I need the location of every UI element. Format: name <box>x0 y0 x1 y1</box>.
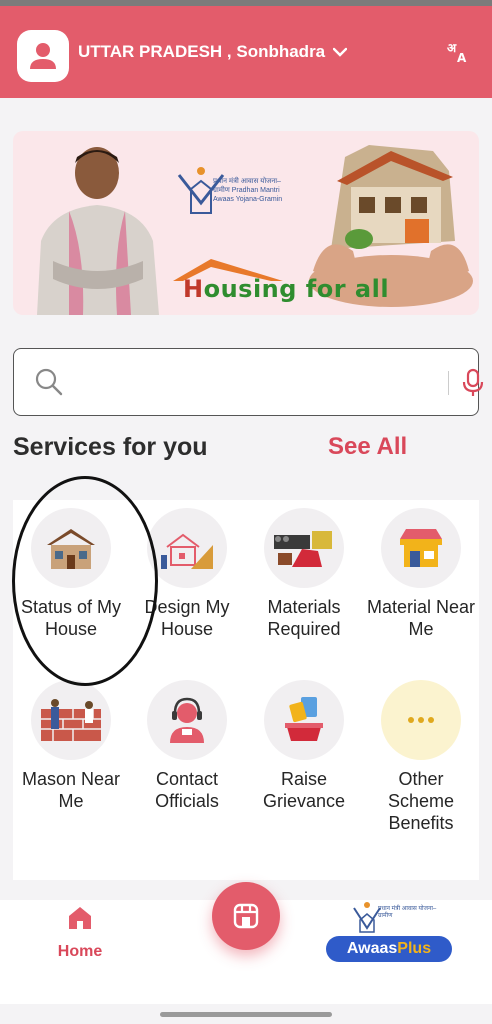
service-design-my-house[interactable]: Design My House <box>129 508 245 640</box>
plus-label: Plus <box>397 940 432 957</box>
profile-avatar-button[interactable] <box>17 30 69 82</box>
support-agent-icon <box>170 697 204 743</box>
bottom-navigation: Home प्रधान मंत्री आवास योजना–ग्रामीण Aw… <box>0 882 492 1004</box>
service-label: Mason Near Me <box>21 769 121 811</box>
search-bar <box>13 348 484 416</box>
service-status-of-my-house[interactable]: Status of My House <box>13 508 129 640</box>
service-raise-grievance[interactable]: Raise Grievance <box>246 680 362 812</box>
house-icon <box>47 529 95 569</box>
grievance-icon <box>285 697 323 741</box>
service-other-scheme-benefits[interactable]: Other Scheme Benefits <box>363 680 479 834</box>
shop-icon <box>400 529 442 567</box>
nav-home[interactable]: Home <box>52 900 108 961</box>
service-label: Materials Required <box>267 597 341 639</box>
user-icon <box>30 43 56 69</box>
service-label: Design My House <box>144 597 230 639</box>
storefront-icon <box>233 903 259 929</box>
chevron-down-icon <box>333 47 348 57</box>
service-label: Contact Officials <box>155 769 219 811</box>
service-label: Material Near Me <box>366 597 476 639</box>
home-icon <box>69 907 91 929</box>
system-gesture-bar <box>0 1004 492 1024</box>
location-selector[interactable]: UTTAR PRADESH , Sonbhadra <box>78 42 348 62</box>
awaas-label: Awaas <box>346 940 398 957</box>
services-grid: Status of My House Design My House Mater… <box>13 500 479 880</box>
search-icon <box>35 368 63 396</box>
materials-icon <box>274 531 332 567</box>
location-label: UTTAR PRADESH , Sonbhadra <box>78 42 326 61</box>
blueprint-icon <box>161 533 213 569</box>
svg-text:अ: अ <box>447 41 457 55</box>
service-mason-near-me[interactable]: Mason Near Me <box>13 680 129 812</box>
promo-banner[interactable]: प्रधान मंत्री आवास योजना–ग्रामीण Pradhan… <box>13 131 479 315</box>
center-action-button[interactable] <box>212 882 280 950</box>
microphone-icon[interactable] <box>461 368 485 398</box>
service-contact-officials[interactable]: Contact Officials <box>129 680 245 812</box>
svg-text:A: A <box>457 51 467 64</box>
home-indicator[interactable] <box>160 1012 332 1017</box>
service-material-near-me[interactable]: Material Near Me <box>363 508 479 640</box>
service-materials-required[interactable]: Materials Required <box>246 508 362 640</box>
see-all-link[interactable]: See All <box>328 433 407 461</box>
services-title: Services for you <box>13 433 208 461</box>
search-input[interactable] <box>74 365 414 401</box>
mason-icon <box>41 699 101 741</box>
banner-logo-text: प्रधान मंत्री आवास योजना–ग्रामीण Pradhan… <box>213 178 283 203</box>
translate-icon[interactable]: अ A <box>446 40 470 69</box>
nav-home-label: Home <box>57 943 103 960</box>
awaas-plus-button[interactable]: Awaas Plus <box>326 936 452 962</box>
service-label: Raise Grievance <box>262 769 346 811</box>
awaas-logo-text: प्रधान मंत्री आवास योजना–ग्रामीण <box>378 906 437 919</box>
banner-tagline: Housing for all <box>183 275 390 303</box>
more-icon <box>408 717 434 723</box>
service-label: Other Scheme Benefits <box>387 769 455 833</box>
service-label: Status of My House <box>20 597 122 639</box>
app-header: UTTAR PRADESH , Sonbhadra अ A <box>0 6 492 98</box>
search-divider <box>448 371 449 395</box>
